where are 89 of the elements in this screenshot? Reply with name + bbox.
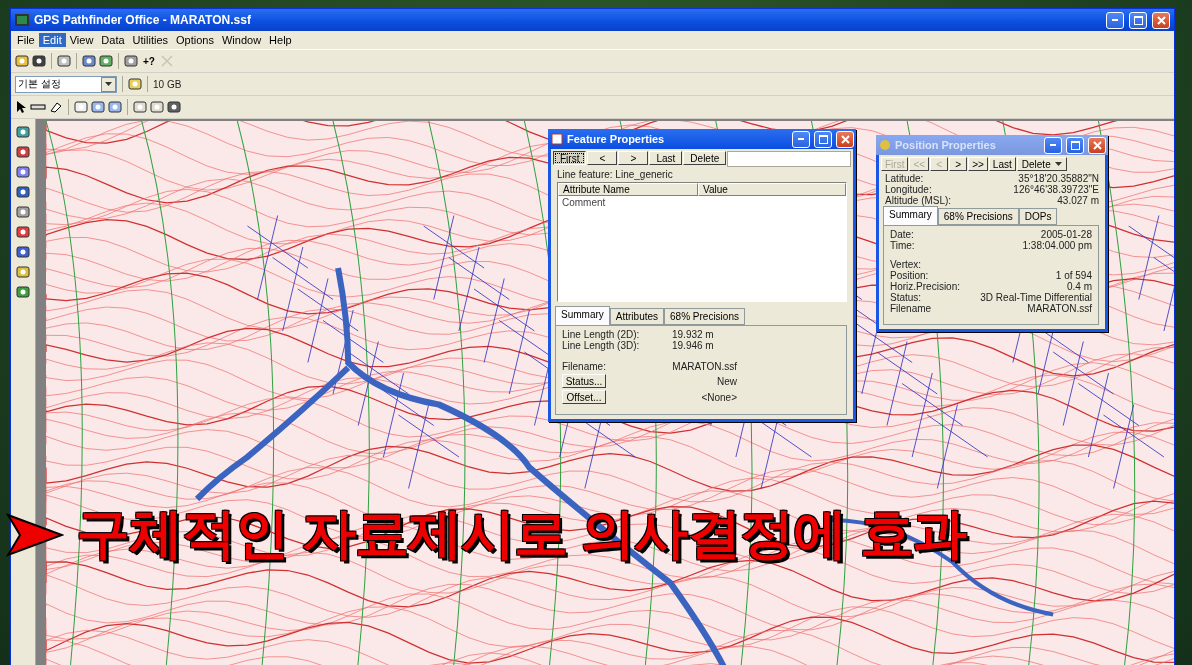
pointer-icon[interactable]: [15, 100, 27, 114]
help-icon[interactable]: +?: [141, 53, 157, 69]
menu-item[interactable]: Window: [218, 33, 266, 47]
field-value: 43.027 m: [1056, 195, 1099, 206]
feature-type-label: Line feature: Line_generic: [556, 169, 674, 180]
field-value: 126°46'38.39723"E: [1012, 184, 1099, 195]
field-value: 19.932 m: [672, 329, 715, 340]
field-label: Line Length (2D):: [562, 329, 641, 340]
column-header[interactable]: Attribute Name: [558, 183, 698, 196]
caret-icon: [105, 82, 112, 86]
close-icon: [1092, 140, 1102, 150]
menu-item[interactable]: View: [65, 33, 98, 47]
dialog-button[interactable]: Offset...: [562, 390, 606, 404]
maximize-icon: [1070, 140, 1080, 150]
disabled-cross-icon: [160, 54, 174, 68]
column-header[interactable]: Value: [698, 183, 846, 196]
tab[interactable]: DOPs: [1018, 208, 1058, 225]
tab[interactable]: Attributes: [609, 308, 665, 325]
nav-button[interactable]: >: [949, 157, 968, 171]
storage-label: 10 GB: [153, 78, 182, 90]
dialog-title: Position Properties: [895, 139, 997, 151]
field-value: MARATON.ssf: [671, 361, 737, 372]
tab[interactable]: Summary: [555, 306, 610, 325]
field-label: Longitude:: [885, 184, 932, 195]
tab[interactable]: 68% Precisions: [937, 208, 1019, 225]
field-value: 3D Real-Time Differential: [979, 292, 1092, 303]
close-button[interactable]: [1152, 11, 1170, 29]
arrow-bullet-icon: [6, 512, 64, 557]
menu-item[interactable]: Options: [172, 33, 218, 47]
ruler-icon[interactable]: [30, 103, 46, 111]
minimize-button[interactable]: [1044, 136, 1062, 154]
close-button[interactable]: [1088, 136, 1106, 154]
app-icon: [15, 14, 29, 26]
field-value: 1:38:04.000 pm: [1021, 240, 1092, 251]
field-value: 1 of 594: [1054, 270, 1092, 281]
field-label: Time:: [890, 240, 915, 251]
nav-button[interactable]: Delete: [683, 151, 727, 165]
caret-icon: [1054, 162, 1062, 166]
menu-item[interactable]: File: [13, 33, 39, 47]
close-button[interactable]: [836, 130, 854, 148]
tab[interactable]: 68% Precisions: [664, 308, 745, 325]
feature-icon: [551, 133, 563, 145]
field-value: 2005-01-28: [1039, 229, 1092, 240]
dialog-title: Feature Properties: [567, 133, 666, 145]
field-label: Status:: [890, 292, 922, 303]
tab[interactable]: Summary: [883, 206, 938, 225]
minimize-icon: [1112, 19, 1118, 21]
maximize-button[interactable]: [1129, 11, 1147, 29]
field-label: Vertex:: [890, 259, 922, 270]
profile-dropdown[interactable]: 기본 설정: [15, 75, 117, 93]
field-value: 0.4 m: [1066, 281, 1092, 292]
minimize-button[interactable]: [792, 130, 810, 148]
menu-item[interactable]: Data: [97, 33, 129, 47]
field-label: Position:: [890, 270, 929, 281]
maximize-button[interactable]: [1066, 136, 1084, 154]
field-label: Filename:: [562, 361, 607, 372]
menu-item[interactable]: Help: [265, 33, 296, 47]
minimize-button[interactable]: [1106, 11, 1124, 29]
dialog-button[interactable]: Status...: [562, 374, 606, 388]
field-value: 35°18'20.35882"N: [1017, 173, 1099, 184]
field-value: <None>: [700, 391, 737, 403]
nav-button[interactable]: Last: [988, 157, 1016, 171]
field-value: New: [716, 375, 737, 387]
field-value: MARATON.ssf: [1026, 303, 1092, 314]
field-label: Latitude:: [885, 173, 925, 184]
close-icon: [840, 134, 850, 144]
close-icon: [1156, 15, 1166, 25]
field-value: 19.946 m: [672, 340, 715, 351]
nav-button[interactable]: >>: [968, 157, 988, 171]
minimize-icon: [798, 138, 804, 140]
field-label: Line Length (3D):: [562, 340, 641, 351]
nav-button[interactable]: First: [553, 151, 587, 165]
menu-item[interactable]: Utilities: [128, 33, 173, 47]
eraser-icon[interactable]: [49, 101, 63, 113]
nav-button[interactable]: >: [618, 151, 649, 165]
maximize-icon: [1133, 15, 1143, 25]
minimize-icon: [1050, 144, 1056, 146]
field-label: Horiz.Precision:: [890, 281, 961, 292]
field-label: Filename: [890, 303, 932, 314]
field-label: Altitude (MSL):: [885, 195, 953, 206]
maximize-button[interactable]: [814, 130, 832, 148]
nav-button[interactable]: Delete: [1016, 157, 1067, 171]
window-title: GPS Pathfinder Office - MARATON.ssf: [34, 13, 252, 27]
nav-button[interactable]: Last: [649, 151, 683, 165]
table-cell-text: Comment: [561, 196, 607, 209]
menu-item[interactable]: Edit: [38, 33, 66, 47]
maximize-icon: [818, 134, 828, 144]
nav-button[interactable]: <: [587, 151, 618, 165]
field-label: Date:: [890, 229, 914, 240]
